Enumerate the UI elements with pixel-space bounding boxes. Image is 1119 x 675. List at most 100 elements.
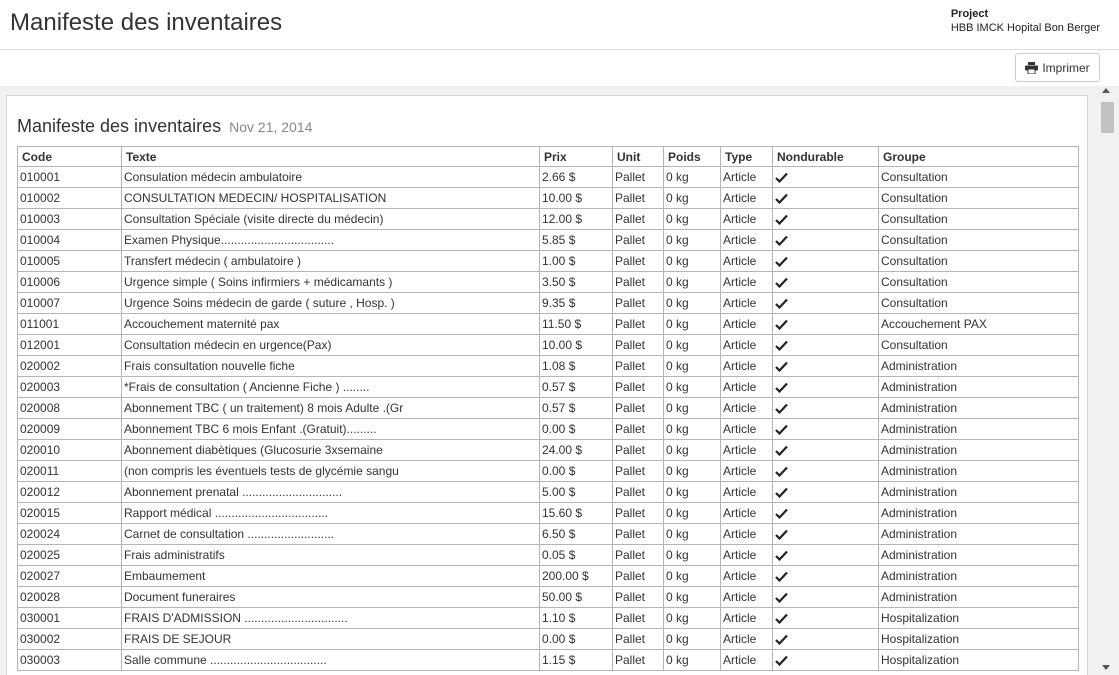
cell-groupe: Administration bbox=[878, 586, 1079, 608]
cell-type: Article bbox=[720, 355, 773, 377]
cell-poids: 0 kg bbox=[663, 271, 721, 293]
cell-unit: Pallet bbox=[612, 334, 664, 356]
scroll-up-arrow-icon[interactable] bbox=[1102, 88, 1110, 93]
cell-groupe: Administration bbox=[878, 439, 1079, 461]
cell-poids: 0 kg bbox=[663, 313, 721, 335]
cell-unit: Pallet bbox=[612, 460, 664, 482]
cell-groupe: Accouchement PAX bbox=[878, 313, 1079, 335]
checkmark-icon bbox=[775, 635, 788, 646]
cell-groupe: Hospitalization bbox=[878, 607, 1079, 629]
cell-texte: Frais administratifs bbox=[121, 544, 540, 566]
cell-texte: Abonnement diabètiques (Glucosurie 3xsem… bbox=[121, 439, 540, 461]
cell-prix: 10.00 $ bbox=[539, 187, 613, 209]
cell-code: 030001 bbox=[17, 607, 122, 629]
cell-prix: 3.50 $ bbox=[539, 271, 613, 293]
checkmark-icon bbox=[775, 299, 788, 310]
cell-groupe: Hospitalization bbox=[878, 628, 1079, 650]
checkmark-icon bbox=[775, 551, 788, 562]
cell-nondurable bbox=[772, 502, 879, 524]
cell-texte: CONSULTATION MEDECIN/ HOSPITALISATION bbox=[121, 187, 540, 209]
checkmark-icon bbox=[775, 425, 788, 436]
checkmark-icon bbox=[775, 446, 788, 457]
cell-unit: Pallet bbox=[612, 292, 664, 314]
cell-groupe: Administration bbox=[878, 418, 1079, 440]
table-row: 010005 Transfert médecin ( ambulatoire ) 1… bbox=[17, 250, 1079, 272]
checkmark-icon bbox=[775, 488, 788, 499]
cell-groupe: Consultation bbox=[878, 292, 1079, 314]
cell-type: Article bbox=[720, 418, 773, 440]
cell-texte: Frais consultation nouvelle fiche bbox=[121, 355, 540, 377]
column-header-nondurable: Nondurable bbox=[772, 146, 879, 167]
checkmark-icon bbox=[775, 572, 788, 583]
cell-nondurable bbox=[772, 565, 879, 587]
cell-code: 020008 bbox=[17, 397, 122, 419]
cell-type: Article bbox=[720, 607, 773, 629]
table-row: 020012 Abonnement prenatal ..............… bbox=[17, 481, 1079, 503]
page-title: Manifeste des inventaires bbox=[10, 9, 283, 36]
cell-texte: Embaumement bbox=[121, 565, 540, 587]
cell-poids: 0 kg bbox=[663, 397, 721, 419]
cell-groupe: Administration bbox=[878, 544, 1079, 566]
cell-texte: Consultation médecin en urgence(Pax) bbox=[121, 334, 540, 356]
cell-unit: Pallet bbox=[612, 586, 664, 608]
cell-prix: 0.57 $ bbox=[539, 397, 613, 419]
cell-type: Article bbox=[720, 187, 773, 209]
cell-code: 010007 bbox=[17, 292, 122, 314]
table-row: 010006 Urgence simple ( Soins infirmiers … bbox=[17, 271, 1079, 293]
print-button[interactable]: Imprimer bbox=[1015, 53, 1100, 82]
cell-nondurable bbox=[772, 355, 879, 377]
cell-type: Article bbox=[720, 649, 773, 671]
cell-texte: Accouchement maternité pax bbox=[121, 313, 540, 335]
cell-groupe: Consultation bbox=[878, 250, 1079, 272]
cell-code: 010005 bbox=[17, 250, 122, 272]
scroll-thumb[interactable] bbox=[1101, 102, 1114, 133]
document-heading: Manifeste des inventaires Nov 21, 2014 bbox=[17, 116, 312, 137]
vertical-scrollbar[interactable] bbox=[1098, 86, 1119, 675]
cell-prix: 0.00 $ bbox=[539, 418, 613, 440]
checkmark-icon bbox=[775, 341, 788, 352]
cell-code: 020011 bbox=[17, 460, 122, 482]
cell-unit: Pallet bbox=[612, 208, 664, 230]
table-row: 020009 Abonnement TBC 6 mois Enfant .(Gra… bbox=[17, 418, 1079, 440]
cell-texte: Rapport médical ........................… bbox=[121, 502, 540, 524]
cell-type: Article bbox=[720, 334, 773, 356]
table-row: 020003 *Frais de consultation ( Ancienne … bbox=[17, 376, 1079, 398]
table-row: 010007 Urgence Soins médecin de garde ( s… bbox=[17, 292, 1079, 314]
cell-prix: 50.00 $ bbox=[539, 586, 613, 608]
document-title: Manifeste des inventaires bbox=[17, 116, 222, 136]
scroll-down-arrow-icon[interactable] bbox=[1102, 665, 1110, 670]
cell-type: Article bbox=[720, 502, 773, 524]
cell-nondurable bbox=[772, 229, 879, 251]
checkmark-icon bbox=[775, 257, 788, 268]
project-info: Project HBB IMCK Hopital Bon Berger bbox=[951, 7, 1100, 35]
cell-groupe: Administration bbox=[878, 376, 1079, 398]
cell-code: 020028 bbox=[17, 586, 122, 608]
checkmark-icon bbox=[775, 320, 788, 331]
cell-code: 010002 bbox=[17, 187, 122, 209]
cell-type: Article bbox=[720, 166, 773, 188]
table-row: 020010 Abonnement diabètiques (Glucosurie… bbox=[17, 439, 1079, 461]
cell-poids: 0 kg bbox=[663, 628, 721, 650]
cell-nondurable bbox=[772, 271, 879, 293]
column-header-groupe: Groupe bbox=[878, 146, 1079, 167]
cell-poids: 0 kg bbox=[663, 502, 721, 524]
cell-prix: 6.50 $ bbox=[539, 523, 613, 545]
cell-texte: Urgence simple ( Soins infirmiers + médi… bbox=[121, 271, 540, 293]
cell-nondurable bbox=[772, 313, 879, 335]
report-sheet: Manifeste des inventaires Nov 21, 2014 C… bbox=[6, 95, 1088, 675]
cell-texte: Consulation médecin ambulatoire bbox=[121, 166, 540, 188]
table-header-row: Code Texte Prix Unit Poids Type Nondurable Grou… bbox=[17, 146, 1079, 167]
toolbar: Imprimer bbox=[0, 50, 1119, 86]
project-name: HBB IMCK Hopital Bon Berger bbox=[950, 22, 1100, 34]
cell-nondurable bbox=[772, 544, 879, 566]
cell-type: Article bbox=[720, 523, 773, 545]
cell-unit: Pallet bbox=[612, 565, 664, 587]
table-row: 011001 Accouchement maternité pax 11.50 $ P… bbox=[17, 313, 1079, 335]
cell-unit: Pallet bbox=[612, 250, 664, 272]
table-row: 030003 Salle commune ....................… bbox=[17, 649, 1079, 671]
cell-code: 010004 bbox=[17, 229, 122, 251]
cell-poids: 0 kg bbox=[663, 544, 721, 566]
cell-nondurable bbox=[772, 607, 879, 629]
cell-groupe: Consultation bbox=[878, 166, 1079, 188]
project-label: Project bbox=[950, 8, 989, 20]
